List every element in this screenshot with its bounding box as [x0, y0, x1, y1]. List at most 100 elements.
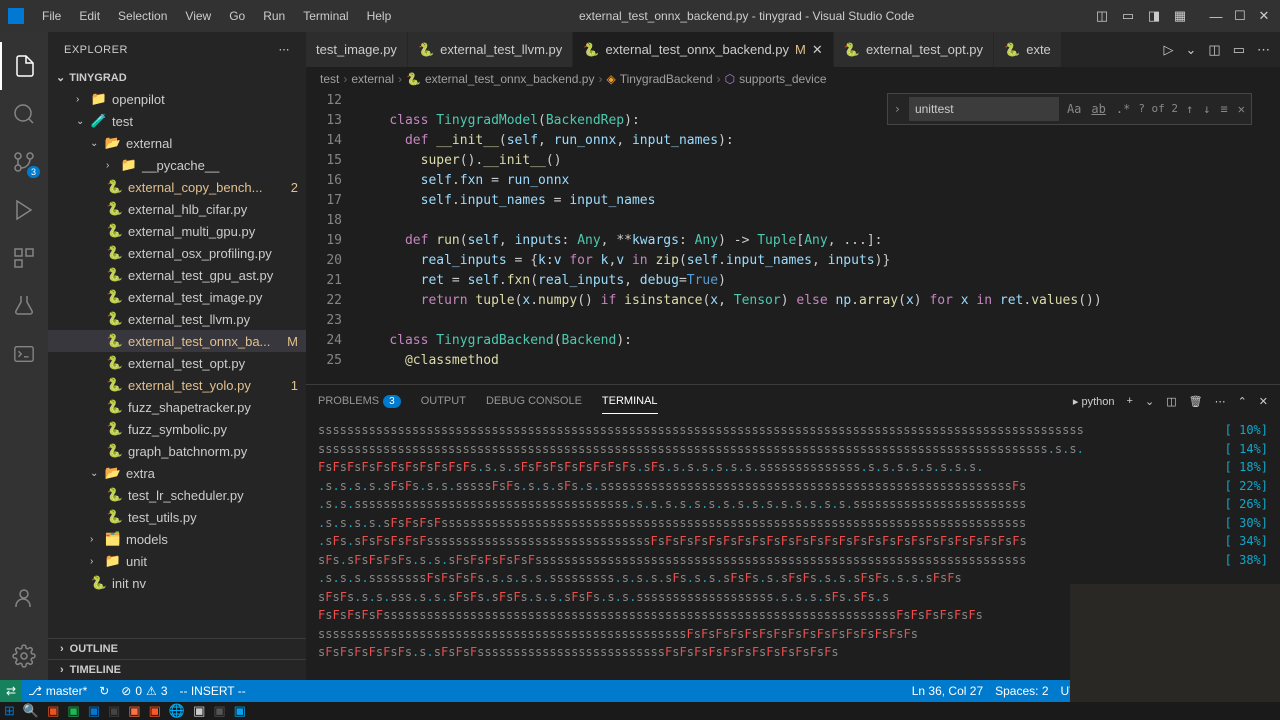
tree-folder[interactable]: ⌄📂external	[48, 132, 306, 154]
task-icon[interactable]: ▣	[67, 703, 79, 719]
outline-section[interactable]: ›OUTLINE	[48, 638, 306, 659]
problems-status[interactable]: ⊘0 ⚠3	[115, 684, 173, 698]
git-branch[interactable]: ⎇master*	[22, 684, 93, 698]
diff-icon[interactable]: ▭	[1233, 42, 1245, 58]
tree-file[interactable]: 🐍external_hlb_cifar.py	[48, 198, 306, 220]
terminal-panel-icon[interactable]	[0, 330, 48, 378]
remote-indicator[interactable]: ⇄	[0, 680, 22, 702]
menu-terminal[interactable]: Terminal	[295, 5, 356, 27]
find-filter-icon[interactable]: ≡	[1219, 97, 1230, 121]
tree-file-active[interactable]: 🐍external_test_onnx_ba...M	[48, 330, 306, 352]
run-debug-icon[interactable]	[0, 186, 48, 234]
task-icon[interactable]: ▣	[213, 703, 225, 719]
testing-icon[interactable]	[0, 282, 48, 330]
timeline-section[interactable]: ›TIMELINE	[48, 659, 306, 680]
cursor-position[interactable]: Ln 36, Col 27	[906, 684, 989, 698]
task-icon[interactable]: ▣	[149, 703, 161, 719]
find-input[interactable]	[909, 97, 1059, 121]
task-icon[interactable]: ▣	[108, 703, 120, 719]
breadcrumb[interactable]: test› external› 🐍external_test_onnx_back…	[306, 67, 1280, 91]
tab[interactable]: 🐍external_test_llvm.py	[408, 32, 573, 67]
os-taskbar[interactable]: ⊞ 🔍 ▣ ▣ ▣ ▣ ▣ ▣ 🌐 ▣ ▣ ▣	[0, 702, 1280, 720]
search-icon[interactable]	[0, 90, 48, 138]
kill-terminal-icon[interactable]: 🗑	[1189, 395, 1203, 408]
close-panel-icon[interactable]: ✕	[1259, 395, 1268, 408]
find-next-icon[interactable]: ↓	[1201, 97, 1212, 121]
tree-file[interactable]: 🐍graph_batchnorm.py	[48, 440, 306, 462]
terminal-shell-select[interactable]: ▸ python	[1073, 395, 1115, 408]
maximize-icon[interactable]: ☐	[1232, 8, 1248, 24]
match-case-icon[interactable]: Aa	[1065, 97, 1083, 121]
panel-tab-debug[interactable]: DEBUG CONSOLE	[486, 389, 582, 413]
tab-close-icon[interactable]: ✕	[812, 42, 823, 58]
task-icon[interactable]: ▣	[193, 703, 205, 719]
tree-file[interactable]: 🐍external_test_opt.py	[48, 352, 306, 374]
maximize-panel-icon[interactable]: ⌃	[1238, 395, 1247, 408]
chevron-down-icon[interactable]: ⌄	[1186, 42, 1197, 58]
tree-file[interactable]: 🐍test_utils.py	[48, 506, 306, 528]
code-body[interactable]: 12 13 class TinygradModel(BackendRep): 1…	[306, 91, 1280, 371]
menu-go[interactable]: Go	[221, 5, 253, 27]
tree-folder[interactable]: ›📁unit	[48, 550, 306, 572]
tree-file[interactable]: 🐍init nv	[48, 572, 306, 594]
tab[interactable]: 🐍external_test_opt.py	[834, 32, 994, 67]
indent-status[interactable]: Spaces: 2	[989, 684, 1054, 698]
terminal-dropdown-icon[interactable]: ⌄	[1145, 395, 1154, 408]
panel-tab-terminal[interactable]: TERMINAL	[602, 389, 658, 414]
task-icon[interactable]: ▣	[234, 703, 246, 719]
split-terminal-icon[interactable]: ◫	[1166, 395, 1176, 408]
tree-file[interactable]: 🐍external_multi_gpu.py	[48, 220, 306, 242]
tab-active[interactable]: 🐍external_test_onnx_backend.pyM✕	[573, 32, 834, 67]
tree-folder[interactable]: ›🗂️models	[48, 528, 306, 550]
find-prev-icon[interactable]: ↑	[1184, 97, 1195, 121]
tree-folder[interactable]: ›📁__pycache__	[48, 154, 306, 176]
tree-file[interactable]: 🐍external_osx_profiling.py	[48, 242, 306, 264]
tree-folder[interactable]: ›📁openpilot	[48, 88, 306, 110]
new-terminal-icon[interactable]: +	[1127, 395, 1133, 407]
menu-view[interactable]: View	[177, 5, 219, 27]
regex-icon[interactable]: .*	[1114, 97, 1132, 121]
match-word-icon[interactable]: ab	[1089, 97, 1107, 121]
tree-folder[interactable]: ⌄🧪test	[48, 110, 306, 132]
layout-custom-icon[interactable]: ▦	[1172, 8, 1188, 24]
menu-help[interactable]: Help	[359, 5, 400, 27]
settings-icon[interactable]	[0, 632, 48, 680]
menu-selection[interactable]: Selection	[110, 5, 175, 27]
task-icon[interactable]: 🌐	[169, 703, 185, 719]
menu-run[interactable]: Run	[255, 5, 293, 27]
search-taskbar-icon[interactable]: 🔍	[23, 703, 39, 719]
find-close-icon[interactable]: ✕	[1236, 97, 1247, 121]
layout-sidebar-icon[interactable]: ◨	[1146, 8, 1162, 24]
layout-panel-bottom-icon[interactable]: ▭	[1120, 8, 1136, 24]
tab[interactable]: 🐍exte	[994, 32, 1062, 67]
tree-file[interactable]: 🐍external_test_image.py	[48, 286, 306, 308]
find-expand-icon[interactable]: ›	[892, 97, 903, 121]
menu-file[interactable]: File	[34, 5, 69, 27]
sync-icon[interactable]: ↻	[93, 684, 115, 698]
task-icon[interactable]: ▣	[88, 703, 100, 719]
tree-file[interactable]: 🐍external_test_llvm.py	[48, 308, 306, 330]
task-icon[interactable]: ▣	[47, 703, 59, 719]
editor-content[interactable]: › Aa ab .* ? of 2 ↑ ↓ ≡ ✕ 12 13 class Ti…	[306, 91, 1280, 384]
task-icon[interactable]: ▣	[128, 703, 140, 719]
menu-edit[interactable]: Edit	[71, 5, 108, 27]
workspace-root[interactable]: ⌄TINYGRAD	[48, 67, 306, 88]
tree-file[interactable]: 🐍external_test_yolo.py1	[48, 374, 306, 396]
explorer-icon[interactable]	[0, 42, 48, 90]
more-icon[interactable]: ⋯	[1215, 395, 1226, 408]
split-icon[interactable]: ◫	[1208, 42, 1220, 58]
extensions-icon[interactable]	[0, 234, 48, 282]
tree-folder[interactable]: ⌄📂extra	[48, 462, 306, 484]
tree-file[interactable]: 🐍fuzz_symbolic.py	[48, 418, 306, 440]
run-icon[interactable]: ▷	[1164, 42, 1174, 58]
tree-file[interactable]: 🐍external_copy_bench...2	[48, 176, 306, 198]
close-icon[interactable]: ✕	[1256, 8, 1272, 24]
layout-panel-left-icon[interactable]: ◫	[1094, 8, 1110, 24]
tab[interactable]: test_image.py	[306, 32, 408, 67]
minimize-icon[interactable]: —	[1208, 8, 1224, 24]
more-icon[interactable]: ⋯	[1257, 42, 1270, 58]
panel-tab-problems[interactable]: PROBLEMS3	[318, 389, 401, 413]
more-icon[interactable]: ⋯	[279, 43, 291, 56]
tree-file[interactable]: 🐍external_test_gpu_ast.py	[48, 264, 306, 286]
tree-file[interactable]: 🐍test_lr_scheduler.py	[48, 484, 306, 506]
